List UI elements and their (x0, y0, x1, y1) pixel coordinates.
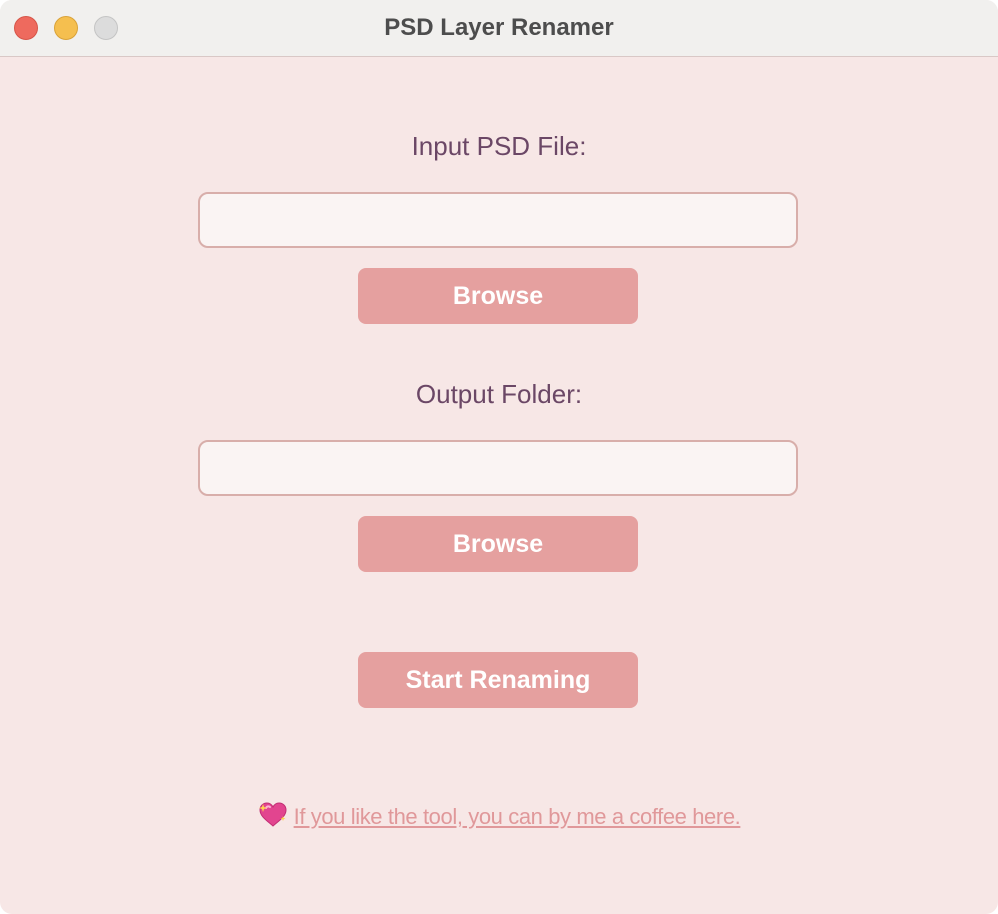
start-renaming-button[interactable]: Start Renaming (358, 652, 638, 708)
input-psd-label: Input PSD File: (411, 131, 587, 161)
coffee-link-text: If you like the tool, you can by me a co… (293, 804, 741, 829)
coffee-link-row: If you like the tool, you can by me a co… (0, 802, 998, 836)
input-psd-field[interactable] (198, 192, 798, 248)
title-bar: PSD Layer Renamer (0, 0, 998, 57)
sparkling-heart-icon (258, 802, 288, 836)
input-browse-button[interactable]: Browse (358, 268, 638, 324)
app-window: PSD Layer Renamer Input PSD File: Browse… (0, 0, 998, 914)
coffee-link[interactable]: If you like the tool, you can by me a co… (258, 802, 741, 829)
output-folder-label: Output Folder: (415, 379, 583, 409)
output-folder-field[interactable] (198, 440, 798, 496)
window-title: PSD Layer Renamer (384, 14, 614, 41)
output-browse-button[interactable]: Browse (358, 516, 638, 572)
